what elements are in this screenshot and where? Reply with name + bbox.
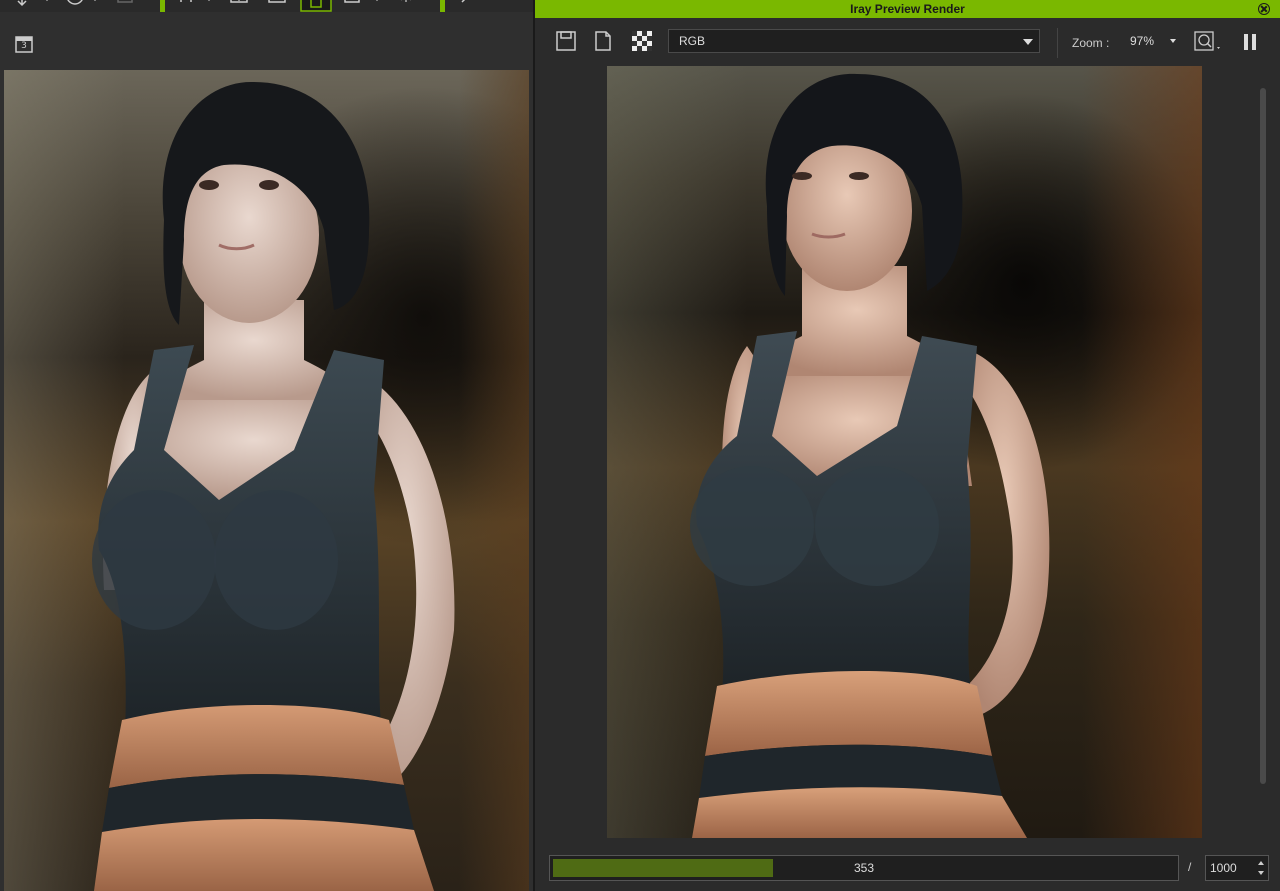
channel-select-value: RGB [679, 34, 706, 48]
zoom-value: 97% [1130, 34, 1155, 48]
save-icon[interactable] [266, 0, 290, 8]
render-window-title: Iray Preview Render [850, 2, 965, 16]
calendar-icon[interactable]: 3 [14, 34, 34, 54]
render-window-titlebar[interactable]: Iray Preview Render [535, 0, 1280, 18]
render-progress-bar-area: 353 / 1000 [535, 846, 1280, 891]
camera-active-icon[interactable] [300, 0, 332, 12]
spinner-arrows-icon[interactable] [1256, 858, 1266, 878]
light-icon[interactable] [395, 0, 417, 8]
vertical-scrollbar[interactable] [1260, 88, 1266, 784]
toolbar-separator [440, 0, 445, 12]
load-icon[interactable] [228, 0, 252, 8]
pose-icon[interactable] [178, 0, 218, 8]
viewport-sub-toolbar: 3 [0, 12, 534, 70]
render-progress-current: 353 [853, 861, 875, 875]
channel-select[interactable]: RGB [668, 29, 1040, 53]
rotate-icon[interactable] [64, 0, 104, 8]
progress-separator: / [1188, 860, 1192, 874]
max-iterations-spinbox[interactable]: 1000 [1205, 855, 1269, 881]
alpha-checker-icon[interactable] [631, 30, 653, 52]
toolbar-separator [1057, 28, 1058, 58]
chevron-down-icon [1023, 39, 1033, 45]
zoom-select[interactable]: 97% [1118, 29, 1180, 53]
calendar-day: 3 [21, 41, 27, 51]
main-viewport-pane: 3 [0, 0, 534, 891]
close-icon[interactable] [1258, 3, 1270, 15]
3d-viewport[interactable] [4, 70, 529, 891]
transform-icon[interactable] [114, 0, 138, 8]
zoom-label: Zoom : [1072, 36, 1110, 50]
max-iterations-value: 1000 [1210, 861, 1237, 875]
toolbar-separator [160, 0, 165, 12]
pause-icon[interactable] [1243, 34, 1257, 50]
pick-icon[interactable] [458, 0, 518, 8]
chevron-down-icon [1170, 39, 1176, 43]
main-toolbar [0, 0, 534, 12]
iray-preview-render-window: Iray Preview Render RGB Zoom : 97% 353 /… [535, 0, 1280, 891]
save-render-icon[interactable] [555, 30, 577, 52]
render-progress-bar: 353 [549, 855, 1179, 881]
render-toolbar: RGB Zoom : 97% [535, 18, 1280, 66]
render-output-image [607, 66, 1202, 838]
zoom-fit-icon[interactable] [1193, 30, 1223, 54]
move-icon[interactable] [16, 0, 56, 8]
character-render-image [92, 81, 455, 891]
render-canvas-area [535, 66, 1280, 846]
screenshot-icon[interactable] [342, 0, 382, 8]
character-render-image [690, 73, 1050, 838]
export-document-icon[interactable] [592, 30, 614, 52]
